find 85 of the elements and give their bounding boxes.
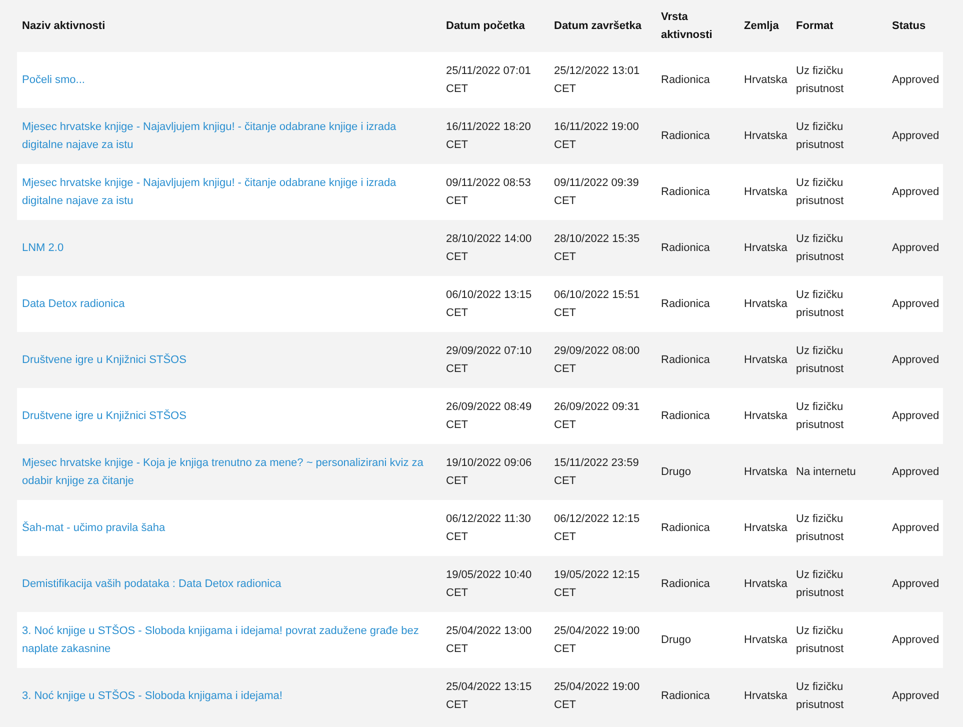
- table-cell: Radionica: [661, 354, 710, 366]
- activity-link[interactable]: Mjesec hrvatske knjige - Koja je knjiga trenutno za mene? ~ personalizirani kviz za odabir knjige za čitanje: [22, 454, 436, 490]
- table-cell: 25/04/2022 13:15 CET: [446, 681, 532, 711]
- table-cell: Uz fizičku prisutnost: [796, 289, 844, 319]
- table-cell: Uz fizičku prisutnost: [796, 233, 844, 263]
- table-cell: Hrvatska: [744, 634, 788, 646]
- table-cell: Uz fizičku prisutnost: [796, 121, 844, 151]
- table-cell: 25/11/2022 07:01 CET: [446, 65, 531, 95]
- table-cell: 19/05/2022 10:40 CET: [446, 569, 532, 599]
- table-cell: Drugo: [661, 634, 691, 646]
- table-cell: Hrvatska: [744, 690, 788, 702]
- table-cell: Hrvatska: [744, 186, 788, 198]
- table-cell: 29/09/2022 08:00 CET: [554, 345, 640, 375]
- table-cell: Hrvatska: [744, 522, 788, 534]
- column-header: Naziv aktivnosti: [22, 20, 106, 32]
- table-cell: Approved: [892, 354, 940, 366]
- table-cell: Uz fizičku prisutnost: [796, 345, 844, 375]
- table-cell: 16/11/2022 18:20 CET: [446, 121, 531, 151]
- table-cell: 06/12/2022 11:30 CET: [446, 513, 531, 543]
- table-cell: Drugo: [661, 466, 691, 478]
- table-cell: Radionica: [661, 690, 710, 702]
- table-cell: Radionica: [661, 74, 710, 86]
- table-cell: 09/11/2022 08:53 CET: [446, 177, 531, 207]
- table-cell: Uz fizičku prisutnost: [796, 65, 844, 95]
- table-cell: Approved: [892, 466, 940, 478]
- table-cell: 25/04/2022 13:00 CET: [446, 625, 532, 655]
- table-cell: Hrvatska: [744, 74, 788, 86]
- table-cell: Radionica: [661, 298, 710, 310]
- table-cell: 25/12/2022 13:01 CET: [554, 65, 640, 95]
- table-cell: 19/05/2022 12:15 CET: [554, 569, 640, 599]
- table-cell: Approved: [892, 690, 940, 702]
- column-header: Datum početka: [446, 20, 525, 32]
- table-cell: 15/11/2022 23:59 CET: [554, 457, 639, 487]
- table-cell: Hrvatska: [744, 354, 788, 366]
- table-cell: 25/04/2022 19:00 CET: [554, 681, 640, 711]
- table-cell: Approved: [892, 186, 940, 198]
- table-cell: Uz fizičku prisutnost: [796, 569, 844, 599]
- table-cell: 28/10/2022 15:35 CET: [554, 233, 640, 263]
- table-cell: Uz fizičku prisutnost: [796, 625, 844, 655]
- table-cell: 06/10/2022 15:51 CET: [554, 289, 640, 319]
- table-cell: 29/09/2022 07:10 CET: [446, 345, 532, 375]
- table-cell: Approved: [892, 74, 940, 86]
- table-cell: Uz fizičku prisutnost: [796, 177, 844, 207]
- activity-link[interactable]: LNM 2.0: [22, 239, 436, 257]
- table-cell: 06/10/2022 13:15 CET: [446, 289, 532, 319]
- table-cell: 26/09/2022 09:31 CET: [554, 401, 640, 431]
- activity-link[interactable]: Društvene igre u Knjižnici STŠOS: [22, 351, 436, 369]
- activity-link[interactable]: Mjesec hrvatske knjige - Najavljujem knjigu! - čitanje odabrane knjige i izrada digitalne najave za istu: [22, 118, 436, 154]
- table-cell: Uz fizičku prisutnost: [796, 401, 844, 431]
- table-cell: Approved: [892, 522, 940, 534]
- table-cell: Hrvatska: [744, 298, 788, 310]
- table-cell: Approved: [892, 298, 940, 310]
- table-cell: Hrvatska: [744, 410, 788, 422]
- column-header: Format: [796, 20, 834, 32]
- column-header: Vrsta aktivnosti: [661, 11, 712, 41]
- column-header: Status: [892, 20, 926, 32]
- table-cell: 28/10/2022 14:00 CET: [446, 233, 532, 263]
- table-cell: Radionica: [661, 578, 710, 590]
- activity-link[interactable]: Demistifikacija vaših podataka : Data Detox radionica: [22, 575, 436, 593]
- table-cell: Radionica: [661, 522, 710, 534]
- table-cell: 25/04/2022 19:00 CET: [554, 625, 640, 655]
- table-cell: 09/11/2022 09:39 CET: [554, 177, 639, 207]
- table-cell: Radionica: [661, 410, 710, 422]
- table-cell: Hrvatska: [744, 242, 788, 254]
- table-cell: Approved: [892, 130, 940, 142]
- column-header: Datum završetka: [554, 20, 642, 32]
- table-cell: Hrvatska: [744, 466, 788, 478]
- table-cell: Approved: [892, 634, 940, 646]
- table-cell: Uz fizičku prisutnost: [796, 681, 844, 711]
- table-cell: 06/12/2022 12:15 CET: [554, 513, 640, 543]
- table-cell: Approved: [892, 410, 940, 422]
- table-cell: Hrvatska: [744, 578, 788, 590]
- activity-link[interactable]: 3. Noć knjige u STŠOS - Sloboda knjigama i idejama!: [22, 687, 436, 705]
- table-cell: Uz fizičku prisutnost: [796, 513, 844, 543]
- table-cell: Hrvatska: [744, 130, 788, 142]
- table-cell: Radionica: [661, 242, 710, 254]
- table-cell: Approved: [892, 242, 940, 254]
- table-cell: 19/10/2022 09:06 CET: [446, 457, 532, 487]
- table-cell: Approved: [892, 578, 940, 590]
- column-header: Zemlja: [744, 20, 779, 32]
- table-cell: Na internetu: [796, 466, 856, 478]
- table-cell: Radionica: [661, 186, 710, 198]
- table-cell: Radionica: [661, 130, 710, 142]
- table-cell: 26/09/2022 08:49 CET: [446, 401, 532, 431]
- table-cell: 16/11/2022 19:00 CET: [554, 121, 639, 151]
